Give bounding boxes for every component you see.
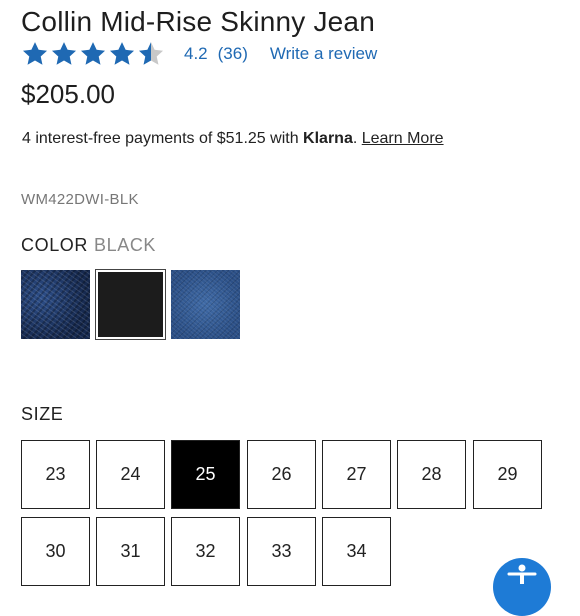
- star-half-icon: [138, 42, 164, 65]
- color-label: COLOR: [21, 235, 89, 255]
- star-icon: [80, 42, 106, 65]
- accessibility-button[interactable]: [493, 558, 551, 616]
- product-sku: WM422DWI-BLK: [21, 191, 139, 208]
- rating-stars[interactable]: [21, 40, 165, 68]
- star-icon: [22, 42, 48, 65]
- size-option-26[interactable]: 26: [247, 440, 316, 509]
- accessibility-icon: [507, 564, 537, 584]
- rating-value[interactable]: 4.2: [184, 44, 208, 64]
- klarna-prefix: 4 interest-free payments of $51.25 with: [22, 130, 304, 147]
- size-option-32[interactable]: 32: [171, 517, 240, 586]
- product-price: $205.00: [21, 79, 115, 109]
- size-option-23[interactable]: 23: [21, 440, 90, 509]
- write-review-link[interactable]: Write a review: [270, 44, 377, 64]
- color-selected-value: BLACK: [94, 235, 157, 255]
- size-option-25[interactable]: 25: [171, 440, 240, 509]
- size-option-31[interactable]: 31: [96, 517, 165, 586]
- size-label: SIZE: [21, 404, 64, 424]
- star-icon: [109, 42, 135, 65]
- rating-row: 4.2 (36) Write a review: [21, 39, 377, 69]
- review-count[interactable]: (36): [218, 44, 248, 64]
- size-option-24[interactable]: 24: [96, 440, 165, 509]
- size-option-28[interactable]: 28: [397, 440, 466, 509]
- size-option-30[interactable]: 30: [21, 517, 90, 586]
- product-title: Collin Mid-Rise Skinny Jean: [21, 6, 375, 37]
- learn-more-link[interactable]: Learn More: [362, 130, 444, 147]
- color-heading: COLOR BLACK: [21, 235, 156, 256]
- klarna-brand: Klarna: [303, 130, 353, 147]
- size-option-33[interactable]: 33: [247, 517, 316, 586]
- size-option-29[interactable]: 29: [473, 440, 542, 509]
- size-option-27[interactable]: 27: [322, 440, 391, 509]
- size-option-34[interactable]: 34: [322, 517, 391, 586]
- color-swatch-dark-indigo[interactable]: [21, 270, 90, 339]
- color-swatch-black[interactable]: [95, 269, 166, 340]
- klarna-suffix: .: [352, 130, 362, 147]
- color-swatch-medium-blue[interactable]: [171, 270, 240, 339]
- star-icon: [51, 42, 77, 65]
- klarna-message: 4 interest-free payments of $51.25 with …: [22, 130, 444, 148]
